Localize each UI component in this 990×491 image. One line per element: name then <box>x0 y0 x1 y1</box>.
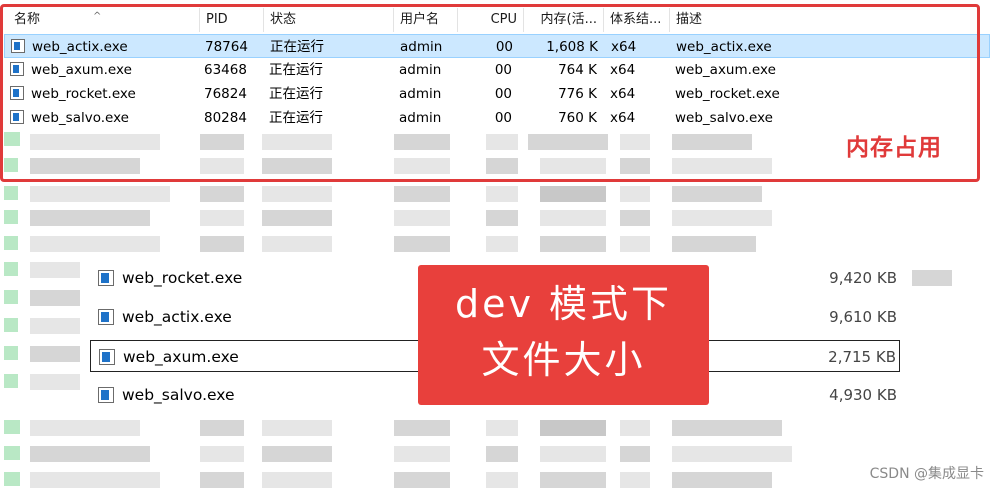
file-name: web_rocket.exe <box>122 269 243 287</box>
file-size: 4,930 KB <box>829 386 897 404</box>
file-size: 2,715 KB <box>828 348 896 366</box>
file-size: 9,610 KB <box>829 308 897 326</box>
file-name: web_axum.exe <box>123 348 239 366</box>
memory-annotation-label: 内存占用 <box>846 135 942 161</box>
callout-line-1: dev 模式下 <box>454 282 673 326</box>
application-icon <box>98 270 114 286</box>
file-size-callout: dev 模式下 文件大小 <box>418 265 709 405</box>
memory-highlight-box <box>0 4 980 182</box>
file-name: web_actix.exe <box>122 308 232 326</box>
file-name: web_salvo.exe <box>122 386 235 404</box>
callout-line-2: 文件大小 <box>481 338 646 382</box>
application-icon <box>98 387 114 403</box>
file-size: 9,420 KB <box>829 269 897 287</box>
application-icon <box>98 309 114 325</box>
watermark: CSDN @集成显卡 <box>869 466 984 482</box>
application-icon <box>99 349 115 365</box>
